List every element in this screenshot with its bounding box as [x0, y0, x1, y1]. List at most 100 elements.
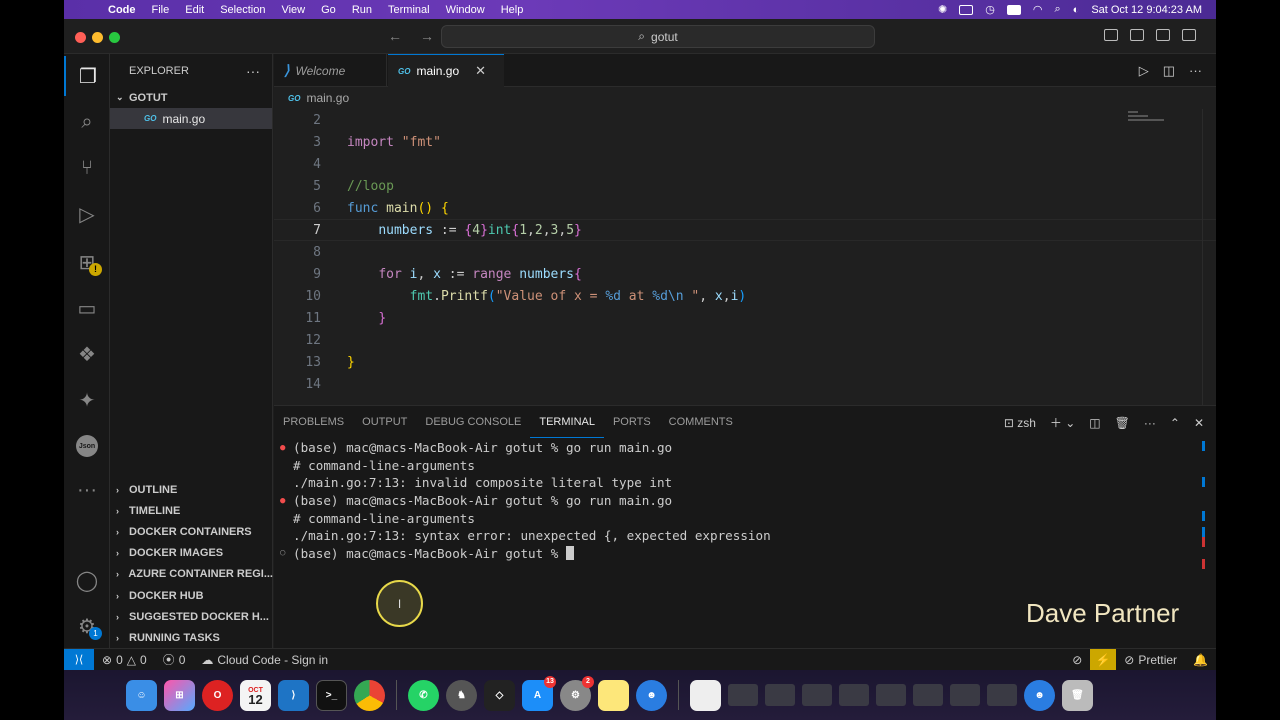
terminal-output[interactable]: ● (base) mac@macs-MacBook-Air gotut % go … [280, 439, 771, 562]
tab-output[interactable]: OUTPUT [353, 406, 416, 438]
zoom-window-button[interactable] [109, 32, 120, 43]
section-docker-images[interactable]: › DOCKER IMAGES [110, 543, 273, 564]
finder-icon[interactable]: ☺ [126, 679, 157, 711]
problems-status[interactable]: ⊗ 0 △ 0 [94, 653, 155, 667]
system-settings-icon[interactable]: ⚙ 2 [560, 675, 594, 711]
cloud-code-status[interactable]: ☁ Cloud Code - Sign in [193, 653, 336, 667]
time-machine-icon[interactable]: ◷ [985, 3, 995, 16]
screen-mirroring-icon[interactable] [959, 4, 974, 15]
menu-selection[interactable]: Selection [212, 4, 273, 16]
kill-terminal-icon[interactable]: 🗑 [1115, 416, 1130, 430]
window-thumbnail[interactable] [765, 684, 795, 706]
menu-go[interactable]: Go [313, 4, 344, 16]
folder-gotut[interactable]: ⌄ GOTUT [110, 87, 272, 108]
whatsapp-icon[interactable]: ✆ [408, 679, 439, 711]
ports-status[interactable]: ⦿ 0 [155, 651, 194, 668]
menu-window[interactable]: Window [438, 4, 493, 16]
close-window-button[interactable] [75, 32, 86, 43]
control-center-icon[interactable]: ◐ [1073, 4, 1080, 16]
menubar-clock[interactable]: Sat Oct 12 9:04:23 AM [1091, 4, 1202, 16]
proxyman-window-icon[interactable]: ☻ [1024, 679, 1055, 711]
postgres-elephant-icon[interactable]: ♞ [446, 679, 477, 711]
new-terminal-icon[interactable]: ＋ ⌄ [1050, 414, 1075, 431]
settings-gear-icon[interactable]: ⚙ 1 [64, 606, 110, 646]
terminal-shell-selector[interactable]: ⊡ zsh [1004, 416, 1036, 430]
window-thumbnail[interactable] [913, 684, 943, 706]
section-timeline[interactable]: › TIMELINE [110, 500, 273, 521]
menu-file[interactable]: File [144, 4, 178, 16]
copilot-status-icon[interactable]: ⊘ [1064, 653, 1090, 667]
breadcrumb-file[interactable]: main.go [306, 91, 349, 105]
split-editor-icon[interactable]: ◫ [1163, 63, 1175, 79]
toggle-secondary-sidebar-icon[interactable] [1156, 29, 1170, 41]
proxyman-icon[interactable]: ☻ [636, 679, 667, 711]
status-menu-icon[interactable]: ✺ [938, 3, 947, 16]
launchpad-icon[interactable]: ⊞ [164, 679, 195, 711]
tab-ports[interactable]: PORTS [604, 406, 660, 438]
opera-icon[interactable]: O [202, 679, 233, 711]
go-analysis-icon[interactable]: ⚡ [1090, 648, 1117, 671]
extensions-icon[interactable]: ⊞! [64, 242, 110, 282]
battery-icon[interactable] [1006, 4, 1021, 15]
menu-app[interactable]: Code [100, 4, 144, 16]
notifications-bell-icon[interactable]: 🔔 [1185, 653, 1216, 667]
box-app-icon[interactable]: ◇ [484, 679, 515, 711]
minimap[interactable] [1128, 109, 1188, 139]
trash-icon[interactable]: 🗑 [1062, 679, 1093, 711]
customize-layout-icon[interactable] [1182, 29, 1196, 41]
chrome-icon[interactable] [354, 679, 385, 711]
close-panel-icon[interactable]: ✕ [1194, 416, 1204, 430]
menu-edit[interactable]: Edit [177, 4, 212, 16]
tab-welcome[interactable]: ⟩ Welcome [274, 54, 387, 87]
spotlight-icon[interactable]: ⌕ [1054, 3, 1060, 16]
json-icon[interactable]: Json [64, 426, 110, 466]
code-editor[interactable]: 2 3 import "fmt" 4 5 //loop 6 func main() {… [274, 109, 1216, 405]
more-icon[interactable]: ··· [64, 470, 110, 510]
close-tab-icon[interactable]: ✕ [475, 63, 486, 79]
window-thumbnail[interactable] [839, 684, 869, 706]
notes-icon[interactable] [598, 679, 629, 711]
accounts-icon[interactable]: ◯ [64, 560, 110, 600]
calendar-icon[interactable]: OCT 12 [240, 679, 271, 711]
remote-indicator-icon[interactable]: ⟩⟨ [64, 648, 94, 671]
more-actions-icon[interactable]: ··· [1189, 63, 1202, 79]
terminal-scrollbar[interactable] [1202, 441, 1206, 601]
tab-problems[interactable]: PROBLEMS [274, 406, 353, 438]
split-terminal-icon[interactable]: ◫ [1089, 416, 1100, 430]
maximize-panel-icon[interactable]: ⌃ [1170, 416, 1180, 430]
menu-run[interactable]: Run [344, 4, 380, 16]
window-thumbnail[interactable] [728, 684, 758, 706]
menu-terminal[interactable]: Terminal [380, 4, 438, 16]
tab-terminal[interactable]: TERMINAL [530, 406, 604, 438]
prettier-status[interactable]: ⊘ Prettier [1116, 653, 1185, 667]
file-main-go[interactable]: GO main.go [110, 108, 272, 129]
toggle-panel-icon[interactable] [1130, 29, 1144, 41]
tab-main-go[interactable]: GO main.go ✕ [388, 54, 504, 87]
command-center-search[interactable]: ⌕ gotut [441, 25, 875, 48]
more-actions-icon[interactable]: ··· [1144, 416, 1156, 430]
toggle-sidebar-icon[interactable] [1104, 29, 1118, 41]
run-debug-icon[interactable]: ▷ [64, 194, 110, 234]
wifi-icon[interactable]: ◠ [1033, 3, 1043, 16]
vscode-dock-icon[interactable]: ⟩ [278, 679, 309, 711]
app-store-icon[interactable]: A 13 [522, 675, 556, 711]
tab-comments[interactable]: COMMENTS [660, 406, 742, 438]
window-thumbnail[interactable] [950, 684, 980, 706]
section-running-tasks[interactable]: › RUNNING TASKS [110, 627, 273, 648]
menu-help[interactable]: Help [493, 4, 532, 16]
docker-icon[interactable]: ❖ [64, 334, 110, 374]
editor-scrollbar[interactable] [1202, 109, 1216, 405]
terminal-dock-icon[interactable]: >_ [316, 679, 347, 711]
search-icon[interactable]: ⌕ [64, 102, 110, 142]
section-docker-hub[interactable]: › DOCKER HUB [110, 585, 273, 606]
section-azure-container-registry[interactable]: › AZURE CONTAINER REGI... [110, 564, 273, 585]
window-thumbnail[interactable] [987, 684, 1017, 706]
more-actions-icon[interactable]: ··· [246, 63, 272, 79]
window-thumbnail[interactable] [876, 684, 906, 706]
remote-explorer-icon[interactable]: ▭ [64, 288, 110, 328]
minimize-window-button[interactable] [92, 32, 103, 43]
section-suggested-docker-hub[interactable]: › SUGGESTED DOCKER H... [110, 606, 273, 627]
menu-view[interactable]: View [273, 4, 313, 16]
gemini-icon[interactable]: ✦ [64, 380, 110, 420]
back-arrow-icon[interactable]: ← [388, 28, 402, 44]
